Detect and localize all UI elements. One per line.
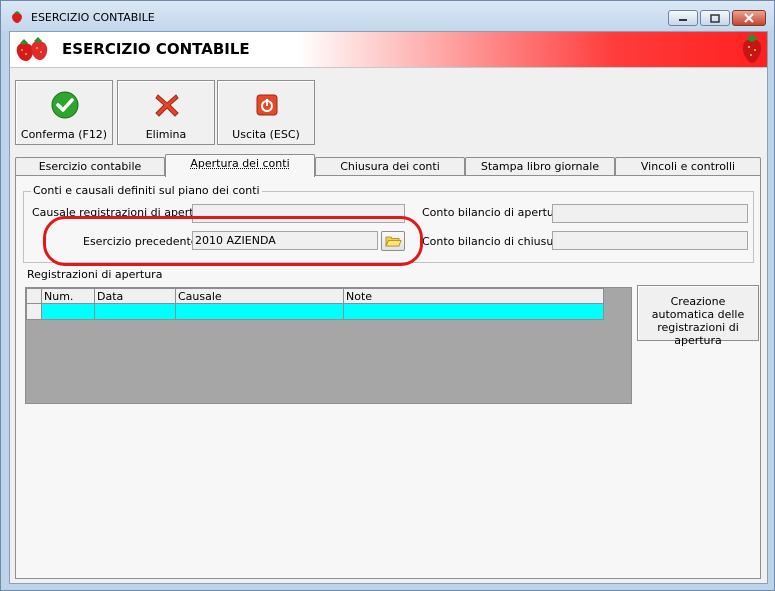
cell-data[interactable]: [94, 303, 176, 320]
esercizio-precedente-label: Esercizio precedente :: [83, 235, 205, 248]
tab-stampa-libro-giornale[interactable]: Stampa libro giornale: [465, 157, 615, 175]
column-header-data[interactable]: Data: [94, 288, 176, 304]
confirm-label: Conferma (F12): [20, 128, 108, 141]
esercizio-precedente-field[interactable]: 2010 AZIENDA: [192, 231, 378, 250]
maximize-button[interactable]: [700, 10, 730, 26]
registrazioni-grid[interactable]: Num. Data Causale Note: [25, 287, 632, 404]
toolbar: Conferma (F12) Elimina Uscita (ESC): [10, 67, 767, 149]
checkmark-icon: [51, 91, 79, 119]
cell-num[interactable]: [41, 303, 95, 320]
title-bar[interactable]: ESERCIZIO CONTABILE: [1, 1, 774, 31]
registrazioni-table: Num. Data Causale Note: [26, 288, 604, 320]
accounts-group: [23, 191, 754, 263]
tab-vincoli-e-controlli[interactable]: Vincoli e controlli: [615, 157, 761, 175]
cell-causale[interactable]: [175, 303, 344, 320]
client-area: ESERCIZIO CONTABILE Conferma (F12) Elimi…: [9, 31, 768, 584]
strawberry-icon: [12, 11, 22, 23]
tab-panel-apertura: Conti e causali definiti sul piano dei c…: [15, 175, 761, 579]
power-icon: [256, 94, 278, 116]
banner-title: ESERCIZIO CONTABILE: [62, 40, 250, 58]
close-button[interactable]: [732, 10, 766, 26]
main-window: ESERCIZIO CONTABILE ESERCIZIO CONTABILE: [0, 0, 775, 591]
folder-icon: [385, 236, 402, 247]
maximize-icon: [710, 13, 720, 23]
cell-note[interactable]: [343, 303, 604, 320]
conto-chiusura-label: Conto bilancio di chiusura :: [422, 235, 572, 248]
window-title: ESERCIZIO CONTABILE: [31, 11, 155, 24]
tab-apertura-dei-conti[interactable]: Apertura dei conti: [165, 154, 315, 177]
auto-create-button[interactable]: Creazione automatica delle registrazioni…: [637, 285, 759, 347]
conto-apertura-field[interactable]: [552, 204, 748, 223]
causale-field[interactable]: [192, 204, 405, 223]
header-banner: ESERCIZIO CONTABILE: [10, 32, 767, 67]
minimize-icon: [679, 19, 687, 21]
browse-button[interactable]: [381, 231, 405, 251]
delete-x-icon: [155, 94, 179, 117]
exit-label: Uscita (ESC): [232, 128, 300, 141]
table-row[interactable]: [26, 303, 604, 320]
tab-esercizio-contabile[interactable]: Esercizio contabile: [15, 157, 165, 175]
row-selector-header: [26, 288, 42, 304]
exit-button[interactable]: Uscita (ESC): [217, 80, 315, 145]
confirm-button[interactable]: Conferma (F12): [15, 80, 113, 145]
delete-label: Elimina: [145, 128, 187, 141]
delete-button[interactable]: Elimina: [117, 80, 215, 145]
registrazioni-title: Registrazioni di apertura: [27, 268, 163, 281]
minimize-button[interactable]: [668, 10, 698, 26]
conto-apertura-label: Conto bilancio di apertura :: [422, 206, 573, 219]
column-header-note[interactable]: Note: [343, 288, 604, 304]
causale-label: Causale registrazioni di apertura :: [32, 206, 219, 219]
close-icon: [744, 13, 754, 23]
strawberries-logo-icon: [16, 37, 48, 61]
group-title: Conti e causali definiti sul piano dei c…: [31, 184, 262, 197]
column-header-causale[interactable]: Causale: [175, 288, 344, 304]
conto-chiusura-field[interactable]: [552, 231, 748, 250]
column-header-num[interactable]: Num.: [41, 288, 95, 304]
row-selector[interactable]: [26, 303, 42, 320]
strawberry-icon: [742, 34, 762, 63]
table-header-row: Num. Data Causale Note: [26, 288, 604, 304]
tab-chiusura-dei-conti[interactable]: Chiusura dei conti: [315, 157, 465, 175]
